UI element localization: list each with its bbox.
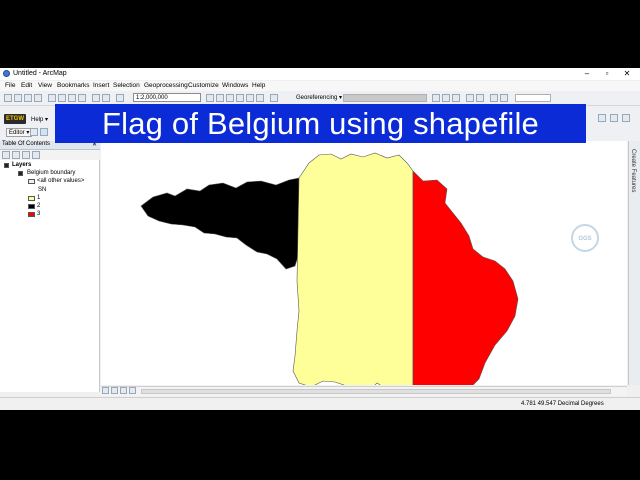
class-swatch-1[interactable] bbox=[28, 196, 35, 201]
toc-toolbar bbox=[0, 150, 100, 160]
model-builder-icon[interactable] bbox=[270, 94, 278, 102]
list-by-selection-icon[interactable] bbox=[32, 151, 40, 159]
copy-icon[interactable] bbox=[58, 94, 66, 102]
class-swatch-2[interactable] bbox=[28, 204, 35, 209]
wallonia-region-yellow bbox=[292, 152, 414, 385]
right-dock: Create Features bbox=[628, 141, 640, 385]
ggs-watermark-logo: GGS bbox=[571, 224, 599, 252]
viewer-icon[interactable] bbox=[490, 94, 498, 102]
link-table-icon[interactable] bbox=[476, 94, 484, 102]
status-bar: 4.781 49.547 Decimal Degrees bbox=[0, 397, 640, 410]
redo-icon[interactable] bbox=[102, 94, 110, 102]
menu-geoprocessing[interactable]: Geoprocessing bbox=[144, 82, 188, 89]
add-control-points-icon[interactable] bbox=[466, 94, 474, 102]
toc-panel: Layers Belgium boundary <all other value… bbox=[0, 160, 100, 392]
options-icon[interactable] bbox=[622, 114, 630, 122]
zoom-level-box[interactable] bbox=[515, 94, 551, 102]
new-document-icon[interactable] bbox=[4, 94, 12, 102]
print-icon[interactable] bbox=[34, 94, 42, 102]
title-banner: Flag of Belgium using shapefile bbox=[55, 104, 586, 143]
layout-icon[interactable] bbox=[598, 114, 606, 122]
close-button[interactable]: ✕ bbox=[620, 69, 634, 79]
save-icon[interactable] bbox=[24, 94, 32, 102]
scale-icon[interactable] bbox=[452, 94, 460, 102]
rotate-icon[interactable] bbox=[432, 94, 440, 102]
map-scale-input[interactable]: 1:2,000,000 bbox=[133, 93, 201, 102]
toc-icon[interactable] bbox=[216, 94, 224, 102]
list-by-drawing-order-icon[interactable] bbox=[2, 151, 10, 159]
menu-customize[interactable]: Customize bbox=[188, 82, 219, 89]
class-label-2: 2 bbox=[37, 203, 41, 209]
data-view-icon[interactable] bbox=[102, 387, 109, 394]
georef-layer-select[interactable] bbox=[343, 94, 427, 102]
coordinate-readout: 4.781 49.547 Decimal Degrees bbox=[521, 401, 604, 407]
layer-visibility-checkbox[interactable] bbox=[18, 171, 23, 176]
maximize-button[interactable]: ▫ bbox=[600, 69, 614, 79]
shift-icon[interactable] bbox=[442, 94, 450, 102]
menu-help[interactable]: Help bbox=[252, 82, 265, 89]
menu-bookmarks[interactable]: Bookmarks bbox=[57, 82, 90, 89]
editor-toolbar-icon[interactable] bbox=[206, 94, 214, 102]
menu-edit[interactable]: Edit bbox=[21, 82, 32, 89]
edit-tool-icon[interactable] bbox=[30, 128, 38, 136]
help-dropdown[interactable]: Help ▾ bbox=[31, 116, 48, 123]
layer-name[interactable]: Belgium boundary bbox=[27, 170, 75, 176]
menu-insert[interactable]: Insert bbox=[93, 82, 109, 89]
menu-bar: File Edit View Bookmarks Insert Selectio… bbox=[0, 81, 640, 91]
catalog-icon[interactable] bbox=[226, 94, 234, 102]
refresh-icon[interactable] bbox=[120, 387, 127, 394]
select-pointer-icon[interactable] bbox=[40, 128, 48, 136]
arctoolbox-icon[interactable] bbox=[246, 94, 254, 102]
other-values-label: <all other values> bbox=[37, 178, 85, 184]
menu-windows[interactable]: Windows bbox=[222, 82, 248, 89]
create-features-tab[interactable]: Create Features bbox=[630, 149, 636, 192]
arcmap-app-icon bbox=[3, 70, 10, 77]
open-icon[interactable] bbox=[14, 94, 22, 102]
field-name: SN bbox=[38, 187, 47, 193]
menu-file[interactable]: File bbox=[5, 82, 15, 89]
toc-title: Table Of Contents bbox=[2, 141, 51, 147]
map-navigation-bar bbox=[101, 386, 627, 396]
brussels-region-red bbox=[412, 170, 519, 385]
undo-icon[interactable] bbox=[92, 94, 100, 102]
belgium-map bbox=[140, 152, 519, 385]
paste-icon[interactable] bbox=[68, 94, 76, 102]
layout-view-icon[interactable] bbox=[111, 387, 118, 394]
list-by-visibility-icon[interactable] bbox=[22, 151, 30, 159]
map-view[interactable]: GGS bbox=[101, 141, 627, 385]
layers-label[interactable]: Layers bbox=[12, 162, 31, 168]
window-title: Untitled - ArcMap bbox=[13, 70, 67, 77]
layers-expand-icon[interactable] bbox=[4, 163, 9, 168]
menu-view[interactable]: View bbox=[38, 82, 52, 89]
banner-text: Flag of Belgium using shapefile bbox=[101, 106, 539, 141]
minimize-button[interactable]: – bbox=[580, 69, 594, 79]
pause-drawing-icon[interactable] bbox=[129, 387, 136, 394]
georeferencing-dropdown[interactable]: Georeferencing ▾ bbox=[296, 94, 342, 101]
flanders-region-black bbox=[140, 177, 300, 270]
editor-dropdown[interactable]: Editor ▾ bbox=[6, 128, 33, 137]
magnifier-icon[interactable] bbox=[500, 94, 508, 102]
delete-icon[interactable] bbox=[78, 94, 86, 102]
python-icon[interactable] bbox=[256, 94, 264, 102]
menu-selection[interactable]: Selection bbox=[113, 82, 140, 89]
add-data-icon[interactable] bbox=[116, 94, 124, 102]
table-icon[interactable] bbox=[610, 114, 618, 122]
class-swatch-3[interactable] bbox=[28, 212, 35, 217]
class-label-3: 3 bbox=[37, 211, 41, 217]
cut-icon[interactable] bbox=[48, 94, 56, 102]
horizontal-scrollbar[interactable] bbox=[141, 389, 611, 394]
search-icon[interactable] bbox=[236, 94, 244, 102]
other-values-swatch bbox=[28, 179, 35, 184]
etgw-logo[interactable]: ETGW bbox=[4, 114, 26, 124]
class-label-1: 1 bbox=[37, 195, 41, 201]
title-bar: Untitled - ArcMap – ▫ ✕ bbox=[0, 68, 640, 80]
list-by-source-icon[interactable] bbox=[12, 151, 20, 159]
